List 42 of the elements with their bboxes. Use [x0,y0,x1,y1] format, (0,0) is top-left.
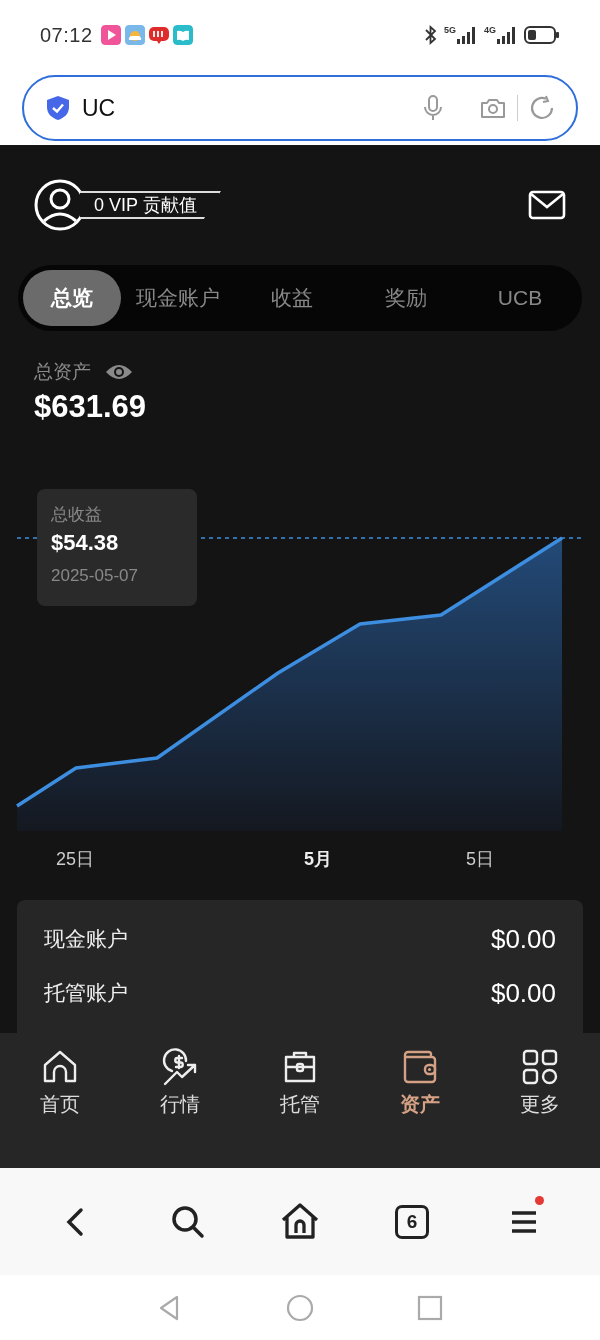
vip-badge[interactable]: 0 VIP 贡献值 [80,191,221,219]
signal-icon [456,25,478,45]
account-name: 现金账户 [44,926,128,952]
book-app-icon [172,25,193,45]
axis-label: 5日 [466,848,494,871]
signal-icon [496,25,518,45]
battery-icon [524,25,560,45]
address-bar[interactable]: UC [22,75,578,141]
grid-icon [520,1047,560,1087]
tab[interactable]: 总览 [23,270,121,326]
play-app-icon [100,25,121,45]
bluetooth-icon [423,25,438,45]
network-label: 4G [484,25,496,35]
shield-check-icon [44,94,72,122]
eye-icon[interactable] [105,362,133,382]
tooltip-label: 总收益 [51,504,103,526]
status-time: 07:12 [40,23,93,47]
address-text: UC [82,94,117,122]
nav-item[interactable]: 行情 [120,1047,240,1118]
account-value: $0.00 [490,923,556,955]
mail-icon[interactable] [528,190,566,220]
nav-item[interactable]: 资产 [360,1047,480,1118]
tab[interactable]: 奖励 [349,270,463,326]
total-assets-value: $631.69 [34,389,148,425]
tooltip-value: $54.38 [51,530,120,556]
account-value: $0.00 [490,977,556,1009]
network-label: 5G [443,25,456,35]
tab[interactable]: 现金账户 [121,270,235,326]
tooltip-date: 2025-05-07 [51,566,139,586]
weather-app-icon [124,25,145,45]
menu-icon [510,1209,538,1234]
total-assets-label: 总资产 [34,360,91,384]
tab[interactable]: 收益 [235,270,349,326]
axis-label: 5月 [304,848,332,871]
tab[interactable]: UCB [463,270,577,326]
nav-item[interactable]: 首页 [0,1047,120,1118]
nav-item[interactable]: 更多 [480,1047,600,1118]
refresh-icon[interactable] [528,94,556,122]
account-name: 托管账户 [44,980,128,1006]
nav-item[interactable]: 托管 [240,1047,360,1118]
news-app-icon [148,25,169,45]
axis-label: 25日 [56,848,94,871]
